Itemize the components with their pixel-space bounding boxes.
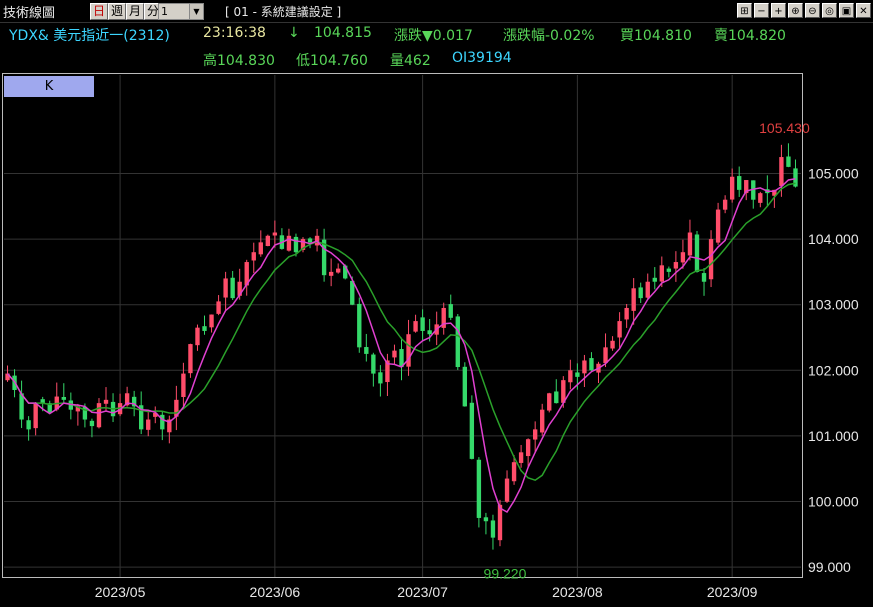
y-tick-label: 102.000: [808, 362, 859, 378]
candle-body: [666, 268, 672, 272]
candle-body: [455, 316, 460, 368]
candle-body: [230, 277, 235, 299]
candle-body: [779, 157, 784, 186]
candle-body: [209, 314, 214, 328]
candle-body: [680, 252, 686, 263]
y-tick-label: 101.000: [808, 428, 859, 444]
candle-body: [786, 156, 791, 167]
candle-body: [532, 429, 538, 440]
candle-body: [737, 176, 742, 190]
candle-body: [568, 370, 573, 383]
candle-body: [575, 372, 580, 377]
x-tick-label: 2023/07: [397, 584, 448, 600]
candle-body: [603, 347, 608, 364]
candle-body: [631, 288, 636, 311]
candle-body: [483, 517, 489, 522]
candle-body: [258, 242, 263, 255]
candle-body: [181, 373, 186, 397]
candle-body: [652, 277, 657, 282]
candle-body: [694, 234, 700, 272]
candle-body: [476, 459, 482, 518]
candle-body: [392, 350, 397, 358]
candle-body: [673, 262, 679, 269]
candle-body: [286, 235, 292, 251]
candle-body: [202, 326, 207, 331]
candle-body: [462, 366, 467, 407]
candle-body: [293, 236, 299, 253]
candle-body: [272, 232, 278, 236]
candle-body: [722, 199, 728, 210]
candle-body: [357, 303, 362, 348]
candle-body: [518, 452, 524, 463]
candle-body: [328, 271, 334, 276]
candle-body: [589, 358, 594, 371]
y-tick-label: 103.000: [808, 297, 859, 313]
candle-body: [547, 393, 552, 411]
candle-body: [687, 232, 693, 256]
candle-body: [729, 176, 735, 200]
candle-body: [251, 252, 256, 261]
candle-body: [33, 403, 38, 429]
candle-body: [413, 321, 418, 332]
max-price-label: 105.430: [759, 120, 810, 136]
candle-body: [427, 330, 432, 335]
candle-body: [638, 287, 643, 299]
x-tick-label: 2023/06: [250, 584, 301, 600]
candle-body: [645, 281, 650, 298]
x-tick-label: 2023/08: [552, 584, 603, 600]
y-tick-label: 105.000: [808, 165, 859, 181]
candle-body: [26, 420, 31, 430]
candle-body: [708, 239, 714, 280]
candle-body: [469, 402, 475, 459]
min-price-label: 99.220: [484, 566, 527, 582]
candle-body: [364, 347, 369, 354]
candle-body: [525, 439, 531, 457]
candle-body: [195, 327, 200, 346]
candle-body: [659, 265, 664, 282]
candle-body: [504, 478, 510, 502]
candle-body: [582, 360, 587, 374]
x-tick-label: 2023/05: [95, 584, 146, 600]
candlestick-chart[interactable]: 105.000 104.000 103.000 102.000 101.000 100.0…: [0, 0, 873, 607]
y-tick-label: 100.000: [808, 494, 859, 510]
x-tick-label: 2023/09: [707, 584, 758, 600]
candle-body: [103, 399, 109, 404]
candle-body: [89, 420, 95, 427]
candle-body: [336, 268, 341, 273]
candle-body: [223, 278, 228, 298]
candle-body: [701, 273, 707, 282]
candle-body: [146, 419, 151, 430]
candle-body: [61, 396, 66, 400]
candle-body: [490, 520, 496, 538]
candle-body: [265, 235, 271, 246]
candle-body: [378, 372, 383, 384]
candle-body: [540, 409, 545, 433]
candle-body: [216, 301, 221, 314]
candle-body: [511, 462, 517, 482]
candle-body: [307, 238, 313, 243]
y-tick-label: 104.000: [808, 231, 859, 247]
candle-body: [188, 344, 193, 374]
candle-body: [448, 304, 453, 318]
candle-body: [758, 193, 763, 203]
candle-body: [554, 391, 559, 404]
candle-body: [371, 354, 376, 374]
candle-body: [420, 317, 425, 331]
candle-body: [617, 321, 622, 338]
candle-body: [715, 209, 721, 243]
candle-body: [96, 403, 102, 428]
candle-body: [624, 307, 629, 320]
candle-body: [497, 504, 503, 541]
candle-body: [610, 340, 615, 349]
y-tick-label: 99.000: [808, 559, 851, 575]
